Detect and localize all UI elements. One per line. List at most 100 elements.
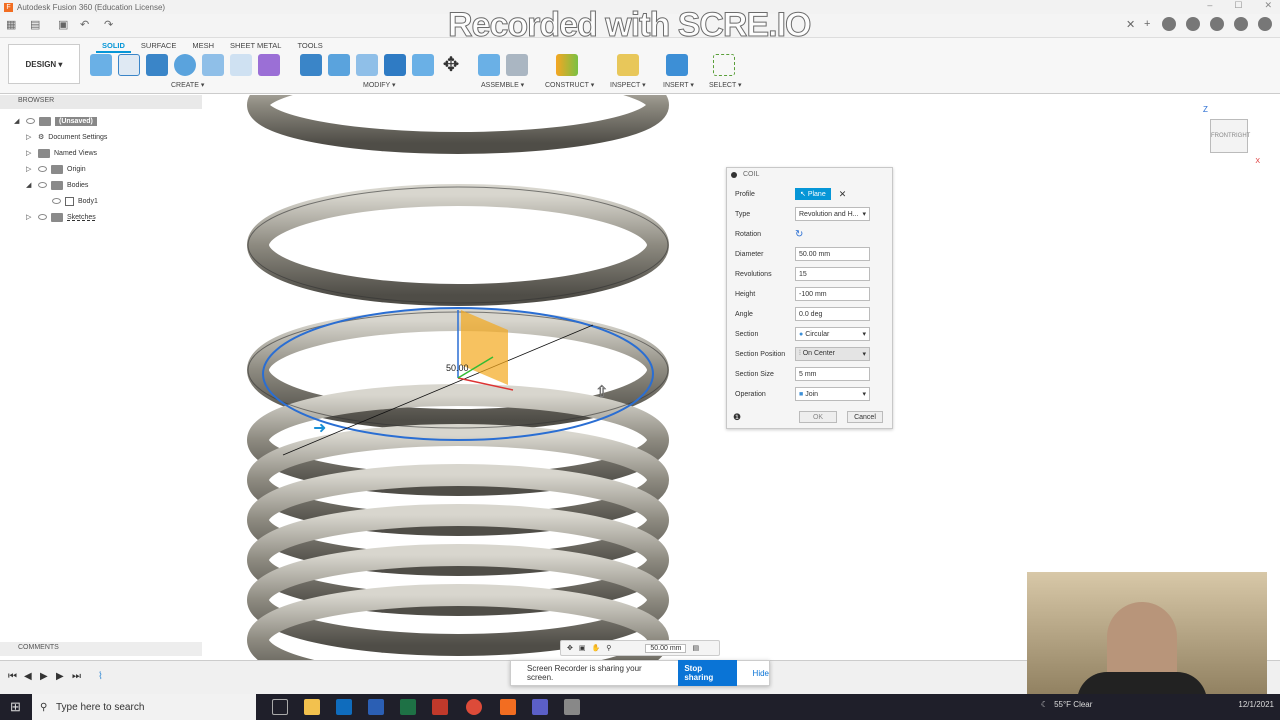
revolve-icon[interactable] (174, 54, 196, 76)
tree-body1[interactable]: Body1 (52, 194, 98, 208)
file-icon[interactable]: ▤ (30, 18, 40, 31)
create-sketch-icon[interactable] (118, 54, 140, 76)
tab-mesh[interactable]: MESH (186, 40, 220, 53)
collapse-icon[interactable]: ◢ (14, 117, 22, 125)
workspace-switcher[interactable]: DESIGN ▾ (8, 44, 80, 84)
profile-select-button[interactable]: ↖ Plane (795, 188, 831, 200)
new-tab-icon[interactable]: + (1144, 18, 1150, 30)
expand-icon[interactable]: ▷ (26, 149, 34, 157)
outlook-icon[interactable] (336, 699, 352, 715)
press-pull-icon[interactable] (300, 54, 322, 76)
cancel-button[interactable]: Cancel (847, 411, 883, 423)
new-component-icon[interactable] (90, 54, 112, 76)
tree-origin[interactable]: ▷ Origin (26, 162, 86, 176)
tab-surface[interactable]: SURFACE (135, 40, 182, 53)
play-icon[interactable]: ▶ (40, 671, 48, 682)
operation-dropdown[interactable]: ■ Join ▾ (795, 387, 870, 401)
word-icon[interactable] (368, 699, 384, 715)
move-icon[interactable]: ✥ (440, 54, 462, 76)
go-to-start-icon[interactable]: ⏮ (8, 671, 17, 682)
tree-bodies[interactable]: ◢ Bodies (26, 178, 88, 192)
grid-menu-icon[interactable]: ▦ (6, 18, 16, 31)
pattern-icon[interactable] (230, 54, 252, 76)
expand-icon[interactable]: ▷ (26, 133, 34, 141)
group-select[interactable]: SELECT ▾ (709, 81, 742, 89)
notifications-icon[interactable] (1210, 17, 1224, 31)
taskbar-search[interactable]: ⚲ Type here to search (32, 694, 256, 720)
type-dropdown[interactable]: Revolution and H... ▾ (795, 207, 870, 221)
section-dropdown[interactable]: ● Circular ▾ (795, 327, 870, 341)
coil-dialog-title[interactable]: COIL (727, 168, 892, 182)
visibility-icon[interactable] (38, 182, 47, 188)
front-face-label[interactable]: FRONT (1211, 133, 1232, 139)
new-component-assemble-icon[interactable] (478, 54, 500, 76)
save-icon[interactable]: ▣ (58, 18, 68, 31)
chrome-icon[interactable] (466, 699, 482, 715)
group-create[interactable]: CREATE ▾ (171, 81, 204, 89)
shell-icon[interactable] (356, 54, 378, 76)
zoom-icon[interactable]: ⚲ (606, 644, 611, 652)
fusion-taskbar-icon[interactable] (500, 699, 516, 715)
excel-icon[interactable] (400, 699, 416, 715)
cube-face[interactable]: FRONT RIGHT (1210, 119, 1251, 153)
step-back-icon[interactable]: ◀ (24, 671, 32, 682)
tree-sketches[interactable]: ▷ Sketches (26, 210, 96, 224)
visibility-icon[interactable] (38, 166, 47, 172)
close-tab-icon[interactable]: ✕ (1126, 18, 1135, 31)
insert-image-icon[interactable] (666, 54, 688, 76)
extrude-icon[interactable] (146, 54, 168, 76)
step-forward-icon[interactable]: ▶ (56, 671, 64, 682)
go-to-end-icon[interactable]: ⏭ (72, 671, 81, 682)
visibility-icon[interactable] (26, 118, 35, 124)
file-explorer-icon[interactable] (304, 699, 320, 715)
select-icon[interactable] (713, 54, 735, 76)
clock-date[interactable]: 12/1/2021 (1238, 700, 1274, 709)
browser-header[interactable]: BROWSER (0, 95, 202, 109)
tab-sheet-metal[interactable]: SHEET METAL (224, 40, 287, 53)
tab-tools[interactable]: TOOLS (291, 40, 328, 53)
task-view-icon[interactable] (272, 699, 288, 715)
angle-input[interactable]: 0.0 deg (795, 307, 870, 321)
app-icon[interactable] (432, 699, 448, 715)
right-face-label[interactable]: RIGHT (1232, 133, 1251, 139)
height-input[interactable]: -100 mm (795, 287, 870, 301)
diameter-input[interactable]: 50.00 mm (795, 247, 870, 261)
orbit-icon[interactable]: ✥ (567, 644, 573, 652)
tree-document-settings[interactable]: ▷ ⚙ Document Settings (26, 130, 107, 144)
split-body-icon[interactable] (412, 54, 434, 76)
offset-plane-icon[interactable] (556, 54, 578, 76)
section-size-input[interactable]: 5 mm (795, 367, 870, 381)
minimize-icon[interactable]: – (1207, 0, 1212, 11)
display-settings-icon[interactable]: ▤ (692, 644, 699, 652)
teams-icon[interactable] (532, 699, 548, 715)
hole-icon[interactable] (202, 54, 224, 76)
ok-button[interactable]: OK (799, 411, 837, 423)
hide-button[interactable]: Hide (753, 669, 769, 678)
measure-icon[interactable] (617, 54, 639, 76)
stop-sharing-button[interactable]: Stop sharing (678, 660, 737, 686)
group-modify[interactable]: MODIFY ▾ (363, 81, 396, 89)
help-icon[interactable] (1234, 17, 1248, 31)
group-assemble[interactable]: ASSEMBLE ▾ (481, 81, 524, 89)
avatar[interactable] (1258, 17, 1272, 31)
combine-icon[interactable] (384, 54, 406, 76)
redo-icon[interactable]: ↷ (104, 18, 113, 31)
group-inspect[interactable]: INSPECT ▾ (610, 81, 646, 89)
tree-named-views[interactable]: ▷ Named Views (26, 146, 97, 160)
undo-icon[interactable]: ↶ (80, 18, 89, 31)
tab-solid[interactable]: SOLID (96, 40, 131, 53)
windows-start-icon[interactable]: ⊞ (10, 699, 21, 715)
fillet-icon[interactable] (328, 54, 350, 76)
pan-icon[interactable]: ✋ (592, 644, 601, 652)
collapse-icon[interactable]: ◢ (26, 181, 34, 189)
group-insert[interactable]: INSERT ▾ (663, 81, 694, 89)
job-status-icon[interactable] (1186, 17, 1200, 31)
revolutions-input[interactable]: 15 (795, 267, 870, 281)
clear-selection-icon[interactable]: ✕ (839, 189, 847, 200)
visibility-icon[interactable] (38, 214, 47, 220)
screen-recorder-icon[interactable] (564, 699, 580, 715)
timeline-feature-icon[interactable]: ⌇ (98, 671, 103, 682)
extensions-icon[interactable] (1162, 17, 1176, 31)
weather-text[interactable]: 55°F Clear (1054, 700, 1092, 709)
look-at-icon[interactable]: ▣ (579, 644, 586, 652)
